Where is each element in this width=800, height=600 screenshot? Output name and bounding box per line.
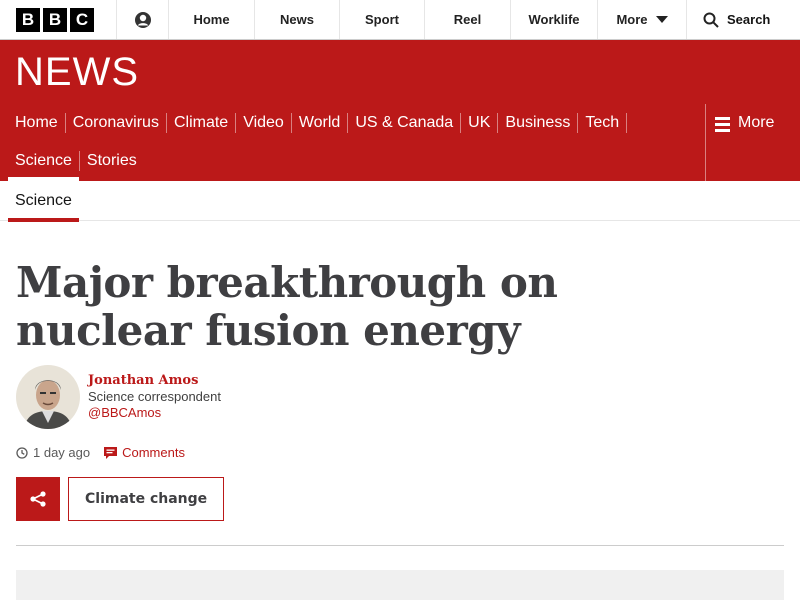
nav-home[interactable]: Home [8, 113, 66, 133]
news-logo[interactable]: NEWS [15, 50, 139, 95]
byline: Jonathan Amos Science correspondent @BBC… [16, 365, 784, 429]
topnav-more-label: More [616, 12, 648, 27]
nav-video[interactable]: Video [236, 113, 292, 133]
topnav-more-button[interactable]: More [598, 0, 687, 39]
author-name: Jonathan Amos [88, 373, 199, 388]
sub-navigation: Science [0, 181, 800, 222]
article-timestamp: 1 day ago [16, 445, 90, 460]
topnav-sport[interactable]: Sport [340, 0, 425, 39]
nav-coronavirus[interactable]: Coronavirus [66, 113, 167, 133]
nav-world[interactable]: World [292, 113, 349, 133]
section-navigation: Home Coronavirus Climate Video World US … [0, 104, 800, 181]
topnav-home[interactable]: Home [169, 0, 255, 39]
nav-us-canada[interactable]: US & Canada [348, 113, 462, 133]
chevron-down-icon [655, 15, 668, 23]
nav-uk[interactable]: UK [461, 113, 499, 133]
author-role: Science correspondent [88, 389, 221, 404]
article: Major breakthrough on nuclear fusion ene… [0, 259, 800, 600]
divider [16, 545, 784, 546]
comment-icon [104, 446, 118, 459]
bbc-logo-b1: B [16, 7, 40, 32]
comments-label: Comments [122, 445, 185, 460]
account-button[interactable] [117, 0, 169, 39]
menu-icon [715, 117, 730, 135]
article-tags: Climate change [16, 477, 784, 521]
bbc-logo[interactable]: B B C [0, 0, 117, 39]
account-icon [134, 11, 151, 28]
nav-business[interactable]: Business [498, 113, 579, 133]
global-navigation: B B C Home News Sport Reel Worklife More… [0, 0, 800, 40]
section-nav-more-button[interactable]: More [705, 104, 800, 181]
article-headline: Major breakthrough on nuclear fusion ene… [16, 258, 558, 355]
tag-climate-change[interactable]: Climate change [68, 477, 225, 521]
comments-link[interactable]: Comments [104, 445, 185, 460]
clock-icon [16, 446, 28, 459]
byline-text: Jonathan Amos Science correspondent @BBC… [88, 373, 221, 421]
nav-climate[interactable]: Climate [167, 113, 237, 133]
share-icon [30, 491, 46, 507]
media-placeholder [16, 570, 784, 600]
author-avatar [16, 365, 80, 429]
nav-stories[interactable]: Stories [80, 151, 144, 171]
section-nav-more-label: More [738, 114, 775, 131]
subnav-science[interactable]: Science [8, 192, 79, 222]
section-nav-row-2: Science Stories [8, 142, 704, 181]
bbc-logo-c: C [70, 7, 94, 32]
share-button[interactable] [16, 477, 60, 521]
topnav-news[interactable]: News [255, 0, 340, 39]
bbc-logo-b2: B [43, 7, 67, 32]
article-meta: 1 day ago Comments [16, 445, 784, 460]
nav-science[interactable]: Science [8, 151, 80, 181]
news-banner: NEWS [0, 40, 800, 104]
section-nav-row-1: Home Coronavirus Climate Video World US … [8, 104, 704, 142]
search-button[interactable]: Search [687, 0, 800, 39]
topnav-reel[interactable]: Reel [425, 0, 511, 39]
search-label: Search [727, 12, 771, 27]
search-icon [703, 12, 719, 28]
nav-tech[interactable]: Tech [578, 113, 628, 133]
timestamp-text: 1 day ago [33, 445, 91, 460]
topnav-worklife[interactable]: Worklife [511, 0, 598, 39]
author-twitter-link[interactable]: @BBCAmos [88, 405, 161, 420]
